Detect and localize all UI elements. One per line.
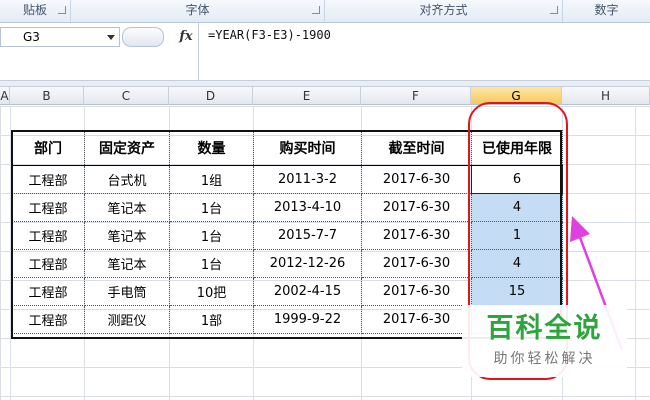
- table-cell[interactable]: 2015-7-7: [253, 221, 362, 250]
- ribbon-group-label: 对齐方式: [419, 3, 468, 17]
- ribbon-group-label: 数字: [594, 3, 619, 17]
- table-cell[interactable]: 测距仪: [84, 305, 170, 334]
- header-cell-quantity[interactable]: 数量: [169, 130, 254, 166]
- table-cell[interactable]: 2017-6-30: [361, 249, 472, 278]
- table-cell[interactable]: 1999-9-22: [253, 305, 362, 334]
- table-cell[interactable]: 1部: [169, 305, 254, 334]
- watermark-title: 百科全说: [486, 313, 603, 344]
- ribbon-group-label: 贴板: [22, 3, 47, 17]
- column-header-a[interactable]: A: [0, 87, 10, 105]
- dialog-launcher-icon[interactable]: [312, 6, 320, 14]
- table-row: 工程部 笔记本 1台 2013-4-10 2017-6-30 4: [11, 193, 563, 222]
- table-cell[interactable]: 笔记本: [84, 221, 170, 250]
- formula-input[interactable]: =YEAR(F3-E3)-1900: [208, 28, 331, 42]
- watermark-subtitle: 助你轻松解决: [493, 351, 596, 367]
- chevron-down-icon[interactable]: [107, 35, 115, 40]
- table-header-row: 部门 固定资产 数量 购买时间 截至时间 已使用年限: [11, 130, 563, 166]
- selected-cell[interactable]: 15: [471, 277, 563, 306]
- table-cell[interactable]: 2012-12-26: [253, 249, 362, 278]
- table-cell[interactable]: 2013-4-10: [253, 193, 362, 222]
- table-cell[interactable]: 2017-6-30: [361, 221, 472, 250]
- column-header-e[interactable]: E: [253, 87, 361, 105]
- header-cell-years-used[interactable]: 已使用年限: [471, 130, 563, 166]
- column-header-h[interactable]: H: [562, 87, 650, 105]
- table-cell[interactable]: 2011-3-2: [253, 165, 362, 194]
- dialog-launcher-icon[interactable]: [58, 6, 66, 14]
- table-cell[interactable]: 1台: [169, 193, 254, 222]
- header-cell-department[interactable]: 部门: [11, 130, 85, 166]
- formula-bar-divider: [198, 23, 199, 80]
- table-cell[interactable]: 笔记本: [84, 193, 170, 222]
- table-cell[interactable]: 工程部: [11, 305, 85, 334]
- table-cell[interactable]: 2017-6-30: [361, 277, 472, 306]
- table-cell[interactable]: 工程部: [11, 277, 85, 306]
- ribbon-group-number[interactable]: 数字: [563, 0, 650, 22]
- name-box-value: G3: [23, 30, 40, 44]
- table-cell[interactable]: 2017-6-30: [361, 193, 472, 222]
- table-cell[interactable]: 10把: [169, 277, 254, 306]
- table-cell[interactable]: 1台: [169, 221, 254, 250]
- table-cell[interactable]: 笔记本: [84, 249, 170, 278]
- table-cell[interactable]: 工程部: [11, 249, 85, 278]
- table-cell[interactable]: 1组: [169, 165, 254, 194]
- insert-function-button[interactable]: fx: [176, 27, 196, 47]
- column-header-c[interactable]: C: [84, 87, 169, 105]
- formula-bar-splitter[interactable]: [122, 27, 164, 47]
- selected-cell[interactable]: 1: [471, 221, 563, 250]
- table-row: 工程部 笔记本 1台 2015-7-7 2017-6-30 1: [11, 221, 563, 250]
- column-header-g[interactable]: G: [471, 87, 562, 105]
- table-cell[interactable]: 2017-6-30: [361, 165, 472, 194]
- watermark-logo: 百科全说 助你轻松解决: [462, 305, 627, 377]
- selected-cell[interactable]: 4: [471, 193, 563, 222]
- ribbon-group-alignment[interactable]: 对齐方式: [325, 0, 563, 22]
- table-row: 工程部 笔记本 1台 2012-12-26 2017-6-30 4: [11, 249, 563, 278]
- table-row: 工程部 手电筒 10把 2002-4-15 2017-6-30 15: [11, 277, 563, 306]
- ribbon-group-clipboard[interactable]: 贴板: [0, 0, 71, 22]
- table-row: 工程部 台式机 1组 2011-3-2 2017-6-30 6: [11, 165, 563, 194]
- table-cell[interactable]: 手电筒: [84, 277, 170, 306]
- column-header-b[interactable]: B: [10, 87, 84, 105]
- formula-bar: G3 fx =YEAR(F3-E3)-1900: [0, 23, 650, 81]
- column-header-d[interactable]: D: [169, 87, 253, 105]
- header-cell-purchase-date[interactable]: 购买时间: [253, 130, 362, 166]
- selected-cell[interactable]: 4: [471, 249, 563, 278]
- column-header-f[interactable]: F: [361, 87, 471, 105]
- dialog-launcher-icon[interactable]: [550, 6, 558, 14]
- asset-table: 部门 固定资产 数量 购买时间 截至时间 已使用年限 工程部 台式机 1组 20…: [11, 130, 563, 334]
- name-box[interactable]: G3: [0, 27, 120, 47]
- table-cell[interactable]: 2017-6-30: [361, 305, 472, 334]
- table-cell[interactable]: 台式机: [84, 165, 170, 194]
- ribbon-group-font[interactable]: 字体: [71, 0, 325, 22]
- active-cell[interactable]: 6: [471, 165, 563, 194]
- table-cell[interactable]: 1台: [169, 249, 254, 278]
- ribbon-group-bar: 贴板 字体 对齐方式 数字: [0, 0, 650, 23]
- table-cell[interactable]: 2002-4-15: [253, 277, 362, 306]
- header-cell-end-date[interactable]: 截至时间: [361, 130, 472, 166]
- table-cell[interactable]: 工程部: [11, 165, 85, 194]
- ribbon-group-label: 字体: [185, 3, 210, 17]
- table-cell[interactable]: 工程部: [11, 193, 85, 222]
- table-cell[interactable]: 工程部: [11, 221, 85, 250]
- header-cell-asset[interactable]: 固定资产: [84, 130, 170, 166]
